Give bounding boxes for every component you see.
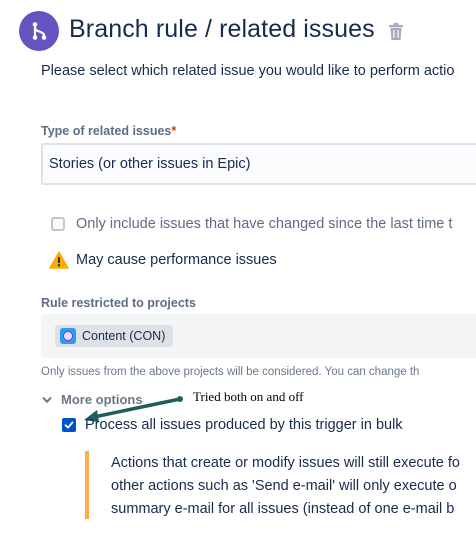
related-type-selected-value: Stories (or other issues in Epic) [49, 156, 251, 172]
checkmark-icon [64, 421, 74, 429]
changed-only-label[interactable]: Only include issues that have changed si… [76, 216, 452, 232]
branch-icon [19, 11, 59, 51]
chevron-down-icon[interactable] [41, 393, 53, 405]
bulk-description-line: Actions that create or modify issues wil… [111, 455, 460, 471]
projects-hint: Only issues from the above projects will… [41, 366, 420, 378]
bulk-label[interactable]: Process all issues produced by this trig… [85, 417, 403, 433]
page-title: Branch rule / related issues [69, 15, 375, 43]
branch-rule-panel: Branch rule / related issues Please sele… [0, 0, 476, 545]
projects-label: Rule restricted to projects [41, 296, 196, 310]
annotation-text: Tried both on and off [193, 389, 304, 404]
warning-icon [49, 251, 69, 269]
instructions-text: Please select which related issue you wo… [41, 63, 455, 79]
required-mark: * [171, 124, 177, 138]
project-avatar-icon [60, 328, 76, 344]
changed-only-checkbox[interactable] [51, 217, 65, 231]
bulk-description-line: other actions such as 'Send e-mail' will… [111, 478, 457, 494]
project-chip-label: Content (CON) [82, 329, 166, 343]
bulk-description-line: summary e-mail for all issues (instead o… [111, 501, 455, 517]
project-chip[interactable]: Content (CON) [55, 325, 174, 347]
related-type-label: Type of related issues* [41, 124, 176, 138]
warning-text: May cause performance issues [76, 252, 277, 268]
bulk-checkbox[interactable] [62, 418, 76, 432]
trash-icon[interactable] [388, 23, 404, 41]
info-panel-border [85, 451, 89, 519]
related-type-label-text: Type of related issues [41, 124, 172, 138]
